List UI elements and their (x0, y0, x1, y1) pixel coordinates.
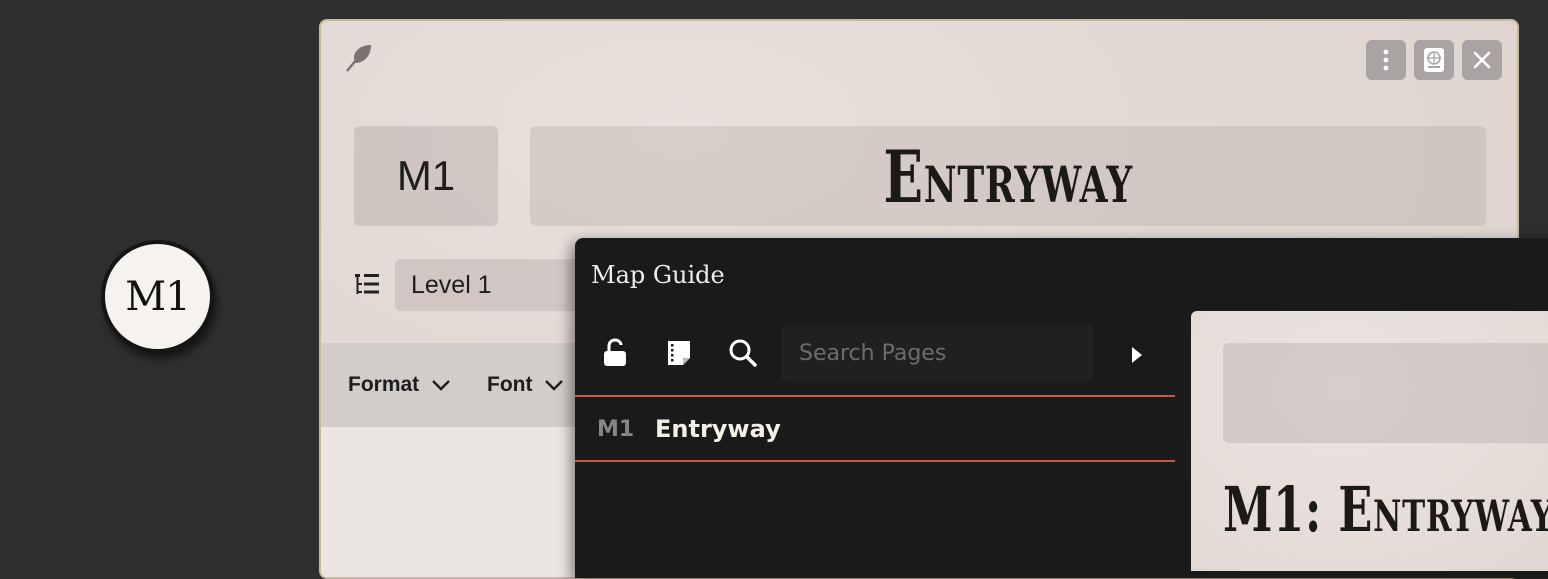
map-note-icon (1424, 48, 1444, 72)
page-title-field[interactable]: Entryway (530, 126, 1486, 226)
search-input[interactable] (797, 339, 1081, 367)
search-icon[interactable] (728, 338, 758, 368)
chevron-down-icon (432, 380, 451, 391)
expand-preview-button[interactable] (1115, 333, 1159, 377)
font-label: Font (487, 373, 533, 396)
preview-header-band (1223, 343, 1548, 443)
list-item[interactable]: M1 Entryway (575, 398, 1175, 460)
map-pin-m1[interactable]: M1 (101, 240, 214, 353)
feather-icon (346, 45, 371, 72)
close-icon (1473, 51, 1491, 69)
divider (575, 395, 1175, 397)
font-dropdown[interactable]: Font (487, 373, 564, 397)
divider (575, 460, 1175, 462)
play-icon (1132, 347, 1142, 363)
entry-name: Entryway (655, 415, 781, 443)
map-note-button[interactable] (1414, 40, 1454, 80)
format-dropdown[interactable]: Format (348, 373, 451, 397)
more-options-button[interactable] (1366, 40, 1406, 80)
page-code-field[interactable]: M1 (354, 126, 498, 226)
format-label: Format (348, 373, 420, 396)
level-select-value: Level 1 (411, 270, 492, 299)
map-guide-title: Map Guide (591, 261, 725, 289)
close-button[interactable] (1462, 40, 1502, 80)
page-preview: M1: Entryway (1191, 311, 1548, 571)
search-field[interactable] (781, 325, 1093, 381)
preview-title: M1: Entryway (1223, 473, 1548, 546)
level-select[interactable]: Level 1 (395, 259, 595, 311)
page-title: Entryway (883, 133, 1133, 219)
unlock-icon[interactable] (600, 338, 630, 368)
table-of-contents-icon[interactable] (353, 271, 381, 299)
page-code: M1 (396, 152, 456, 199)
chevron-down-icon (545, 380, 564, 391)
map-pin-label: M1 (125, 273, 190, 320)
entry-code: M1 (597, 416, 635, 442)
kebab-icon (1383, 49, 1389, 71)
page-note-icon[interactable] (664, 338, 694, 368)
